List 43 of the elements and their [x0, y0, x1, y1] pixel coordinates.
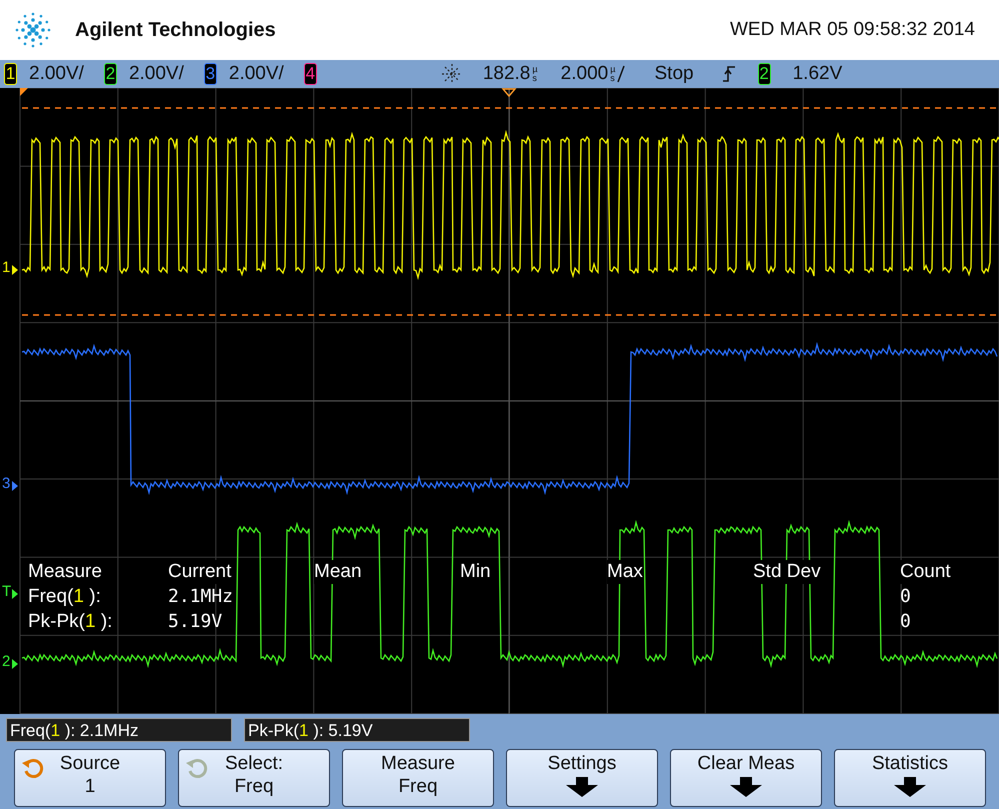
softkey-button[interactable]: Settings	[506, 749, 658, 807]
measurement-readout: Pk-Pk(1 ): 5.19V	[244, 718, 470, 742]
rising-edge-icon	[722, 65, 736, 83]
column-header: Count	[900, 560, 951, 584]
trigger-source-badge[interactable]: 2	[758, 63, 771, 85]
softkey-button[interactable]: Select: Freq	[178, 749, 330, 807]
date-time: WED MAR 05 09:58:32 2014	[730, 19, 975, 41]
delay-unit: µs	[532, 65, 539, 83]
softkey-button[interactable]: Clear Meas	[670, 749, 822, 807]
trigger-level: 1.62V	[792, 63, 842, 85]
trigger-position-icon	[501, 88, 517, 98]
measurement-name: Pk-Pk(1 ):	[28, 610, 112, 634]
column-header: Max	[607, 560, 643, 584]
timebase-value: 2.000	[560, 63, 608, 85]
measurement-name: Freq(1 ):	[28, 585, 101, 609]
down-arrow-icon	[728, 777, 764, 797]
spark-logo-icon	[13, 10, 53, 50]
slash-icon	[616, 65, 624, 83]
measurement-count: 0	[900, 610, 911, 634]
measurement-count: 0	[900, 585, 911, 609]
measurement-value: 2.1MHz	[168, 585, 234, 609]
starburst-icon	[440, 63, 463, 85]
measurement-readout: Freq(1 ): 2.1MHz	[6, 718, 232, 742]
softkey-button[interactable]: Source 1	[14, 749, 166, 807]
down-arrow-icon	[564, 777, 600, 797]
measurement-value: 5.19V	[168, 610, 222, 634]
column-header: Std Dev	[753, 560, 821, 584]
channel-scale: 2.00V/	[128, 63, 184, 85]
column-header: Current	[168, 560, 232, 584]
softkey-button[interactable]: Statistics	[834, 749, 986, 807]
run-state: Stop	[654, 63, 694, 85]
timebase-unit: µs	[610, 65, 616, 83]
channel-badge[interactable]: 4	[304, 63, 317, 85]
softkey-button[interactable]: Measure Freq	[342, 749, 494, 807]
channel-badge[interactable]: 1	[4, 63, 17, 85]
channel-scale: 2.00V/	[29, 63, 84, 85]
down-arrow-icon	[892, 777, 928, 797]
brand-name: Agilent Technologies	[75, 18, 276, 42]
channel-scale: 2.00V/	[228, 63, 284, 85]
column-header: Mean	[314, 560, 362, 584]
delay-value: 182.8	[482, 63, 530, 85]
channel-badge[interactable]: 2	[104, 63, 117, 85]
channel-badge[interactable]: 3	[204, 63, 217, 85]
